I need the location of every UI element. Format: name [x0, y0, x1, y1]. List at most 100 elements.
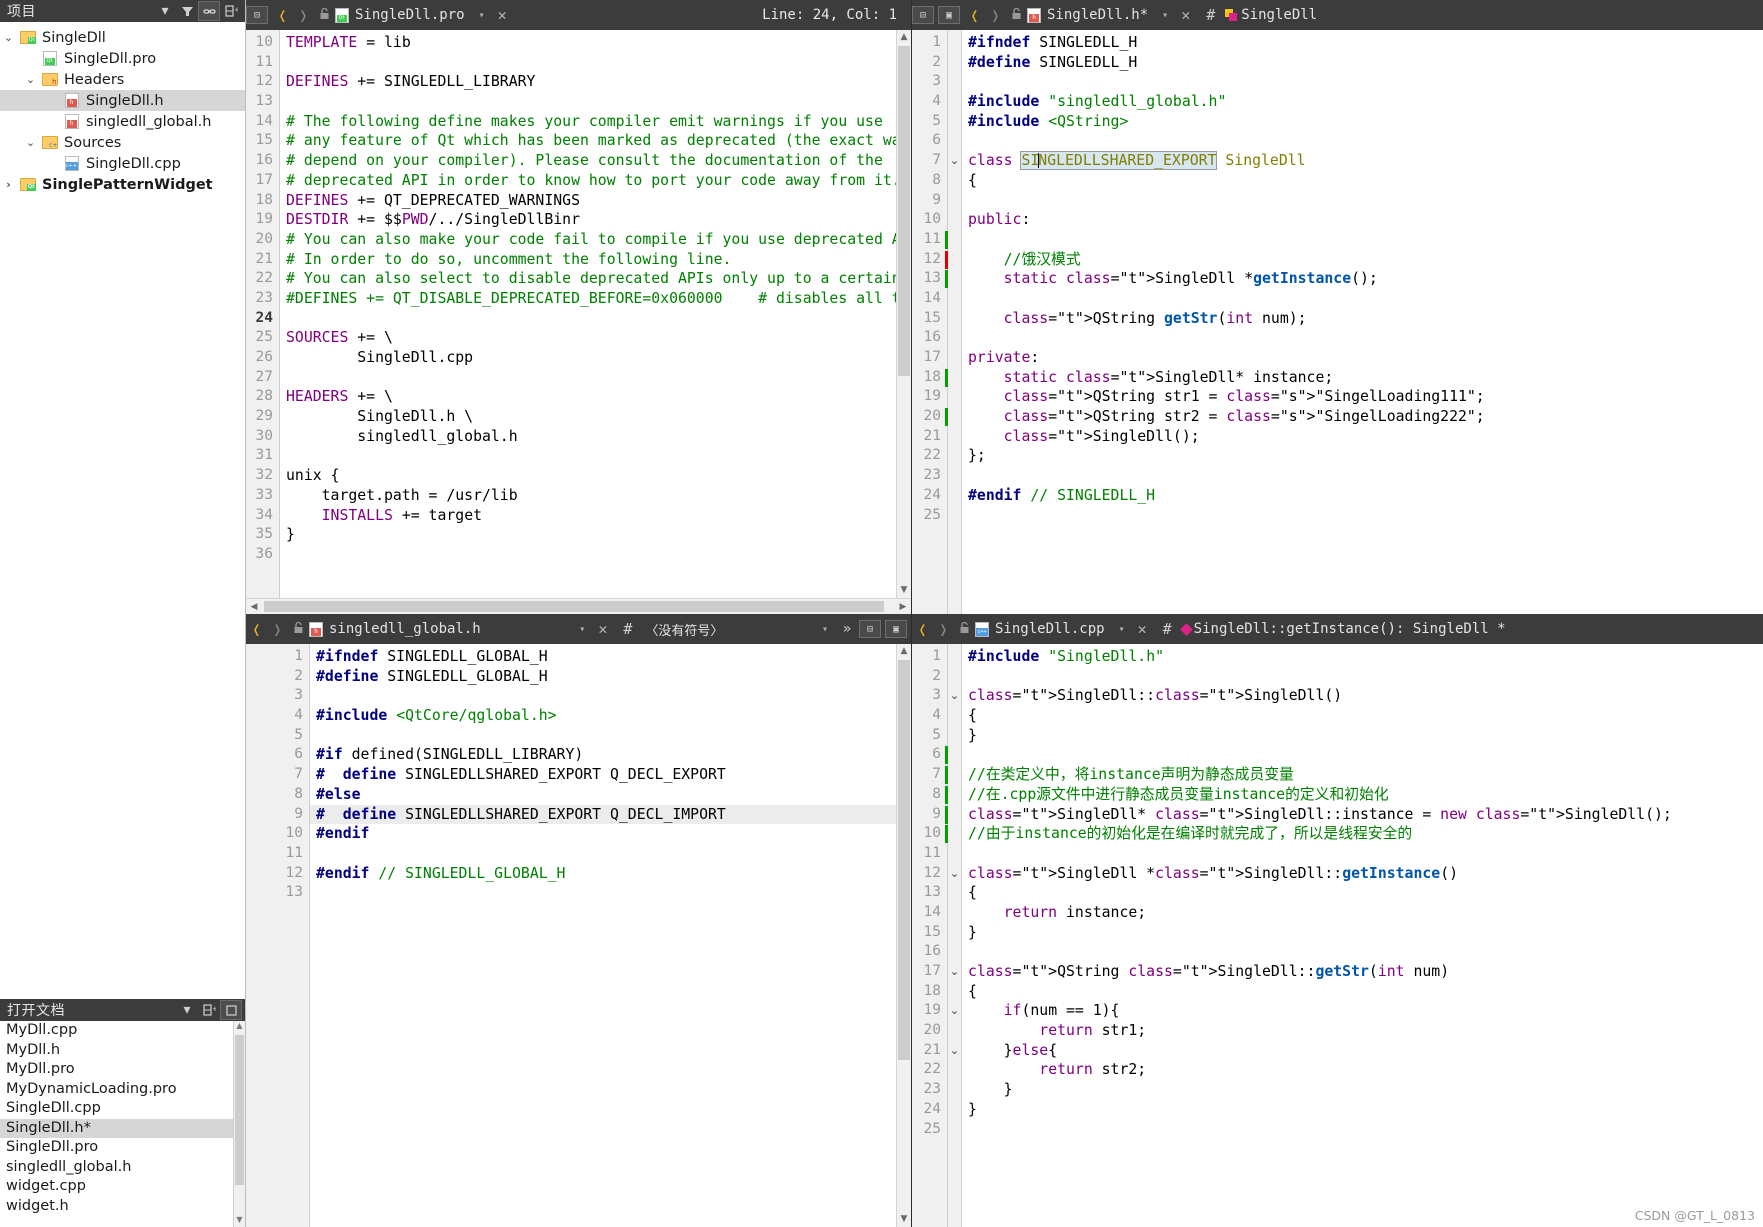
code-line[interactable]: [962, 191, 1763, 211]
fold-chevron-icon[interactable]: ⌄: [948, 864, 961, 884]
code-editor-singledll-h[interactable]: 1 2 3 4 5 6 7 8 9 10 11 12 13 14 15 16 17 18 19 20 21 22 23 24 2…: [912, 30, 1763, 614]
close-panel-icon[interactable]: [220, 1000, 242, 1020]
tabbar-singledll-global-h[interactable]: ❬ ❭ singledll_global.h ▾ ✕ # 〈没有符号〉 ▾: [246, 614, 911, 644]
code-line[interactable]: static class="t">SingleDll *getInstance(…: [962, 269, 1763, 289]
lock-icon[interactable]: [288, 621, 309, 638]
code-line[interactable]: #if defined(SINGLEDLL_LIBRARY): [310, 745, 896, 765]
code-line[interactable]: #define SINGLEDLL_H: [962, 53, 1763, 73]
code-line[interactable]: [962, 844, 1763, 864]
navigate-back-icon[interactable]: ❬: [964, 6, 985, 25]
code-line[interactable]: DEFINES += QT_DEPRECATED_WARNINGS: [280, 191, 896, 211]
code-line[interactable]: return str2;: [962, 1060, 1763, 1080]
close-tab-icon[interactable]: ✕: [492, 6, 513, 24]
scroll-left-icon[interactable]: ◀: [246, 602, 262, 612]
close-tab-icon[interactable]: ✕: [592, 620, 613, 638]
open-document-item[interactable]: MyDll.cpp: [0, 1021, 233, 1041]
code-line[interactable]: #include "SingleDll.h": [962, 647, 1763, 667]
tab-filename[interactable]: SingleDll.h*: [1041, 7, 1148, 23]
code-line[interactable]: # depend on your compiler). Please consu…: [280, 151, 896, 171]
fold-chevron-icon[interactable]: ⌄: [948, 686, 961, 706]
symbol-selector[interactable]: SingleDll: [1238, 7, 1317, 23]
code-line[interactable]: DESTDIR += $$PWD/../SingleDllBinr: [280, 210, 896, 230]
code-line[interactable]: };: [962, 446, 1763, 466]
hash-icon[interactable]: #: [1153, 620, 1182, 638]
code-line[interactable]: [310, 686, 896, 706]
code-line[interactable]: class="t">SingleDll *class="t">SingleDll…: [962, 864, 1763, 884]
code-line[interactable]: class="t">SingleDll::class="t">SingleDll…: [962, 686, 1763, 706]
code-line[interactable]: {: [962, 982, 1763, 1002]
navigate-forward-icon[interactable]: ❭: [267, 620, 288, 639]
code-line[interactable]: class="t">SingleDll* class="t">SingleDll…: [962, 805, 1763, 825]
code-line[interactable]: }: [962, 1100, 1763, 1120]
code-line[interactable]: [280, 92, 896, 112]
navigate-forward-icon[interactable]: ❭: [933, 620, 954, 639]
tree-item-singledll[interactable]: ⌄ SingleDll: [0, 27, 245, 48]
code-line[interactable]: {: [962, 706, 1763, 726]
code-line[interactable]: # deprecated API in order to know how to…: [280, 171, 896, 191]
code-line[interactable]: static class="t">SingleDll* instance;: [962, 368, 1763, 388]
lock-icon[interactable]: [1006, 7, 1027, 24]
split-icon[interactable]: +: [198, 1000, 220, 1020]
code-line[interactable]: class="t">QString str2 = class="s">"Sing…: [962, 407, 1763, 427]
code-line[interactable]: # any feature of Qt which has been marke…: [280, 131, 896, 151]
open-documents-list[interactable]: MyDll.cpp MyDll.h MyDll.pro MyDynamicLoadin…: [0, 1021, 233, 1227]
code-line[interactable]: return instance;: [962, 903, 1763, 923]
navigate-forward-icon[interactable]: ❭: [293, 6, 314, 25]
code-line[interactable]: class="t">QString getStr(int num);: [962, 309, 1763, 329]
chevron-down-icon[interactable]: ▾: [176, 1000, 198, 1020]
horizontal-scrollbar[interactable]: ◀ ▶: [246, 598, 911, 614]
code-line[interactable]: }: [962, 1080, 1763, 1100]
code-line[interactable]: #endif // SINGLEDLL_GLOBAL_H: [310, 864, 896, 884]
tab-filename[interactable]: SingleDll.pro: [349, 7, 465, 23]
fold-chevron-icon[interactable]: ⌄: [948, 1041, 961, 1061]
code-line[interactable]: [962, 942, 1763, 962]
open-documents-panel[interactable]: MyDll.cpp MyDll.h MyDll.pro MyDynamicLoadin…: [0, 1021, 245, 1227]
code-line[interactable]: #define SINGLEDLL_GLOBAL_H: [310, 667, 896, 687]
chevron-right-icon[interactable]: ›: [0, 178, 17, 191]
code-line[interactable]: [962, 131, 1763, 151]
tabbar-singledll-pro[interactable]: ⊟ ❬ ❭ SingleDll.pro ▾ ✕ Line: 24, Col: 1: [246, 0, 911, 30]
tabbar-singledll-h[interactable]: ⊟ ▣ ❬ ❭ SingleDll.h* ▾ ✕ # SingleDll: [912, 0, 1763, 30]
code-line[interactable]: # define SINGLEDLLSHARED_EXPORT Q_DECL_E…: [310, 765, 896, 785]
code-text[interactable]: TEMPLATE = lib DEFINES += SINGLEDLL_LIBRA…: [280, 30, 896, 598]
overflow-chevron-icon[interactable]: ▾: [808, 624, 835, 635]
chevron-down-icon[interactable]: ▾: [465, 10, 492, 21]
close-split-icon[interactable]: ▣: [885, 620, 908, 638]
code-line[interactable]: [962, 745, 1763, 765]
code-line[interactable]: [962, 1120, 1763, 1140]
code-line[interactable]: //饿汉模式: [962, 250, 1763, 270]
split-icon[interactable]: +: [220, 1, 242, 21]
fold-chevron-icon[interactable]: ⌄: [948, 1001, 961, 1021]
close-split-icon[interactable]: ▣: [938, 6, 960, 24]
code-line[interactable]: SOURCES += \: [280, 328, 896, 348]
code-line[interactable]: [280, 368, 896, 388]
code-line[interactable]: class="t">SingleDll();: [962, 427, 1763, 447]
code-line[interactable]: [310, 726, 896, 746]
code-line[interactable]: [280, 309, 896, 329]
tree-item-singledll-pro[interactable]: SingleDll.pro: [0, 48, 245, 69]
code-line[interactable]: SingleDll.cpp: [280, 348, 896, 368]
close-tab-icon[interactable]: ✕: [1175, 6, 1196, 24]
code-line[interactable]: # In order to do so, uncomment the follo…: [280, 250, 896, 270]
code-line[interactable]: [280, 545, 896, 565]
code-line[interactable]: #ifndef SINGLEDLL_H: [962, 33, 1763, 53]
code-line[interactable]: [962, 466, 1763, 486]
navigate-forward-icon[interactable]: ❭: [985, 6, 1006, 25]
code-line[interactable]: [310, 844, 896, 864]
chevron-down-icon[interactable]: ⌄: [22, 136, 39, 149]
code-line[interactable]: }: [962, 923, 1763, 943]
code-line[interactable]: #DEFINES += QT_DISABLE_DEPRECATED_BEFORE…: [280, 289, 896, 309]
code-line[interactable]: DEFINES += SINGLEDLL_LIBRARY: [280, 72, 896, 92]
code-editor-singledll-cpp[interactable]: 1 2 3 4 5 6 7 8 9 10 11 12 13 14 15 16 17 18 19 20 21 22 23 24 2…: [912, 644, 1763, 1227]
fold-column[interactable]: ⌄ ⌄ ⌄ ⌄ ⌄: [948, 644, 962, 1227]
code-line[interactable]: [962, 72, 1763, 92]
chevron-down-icon[interactable]: ⌄: [0, 31, 17, 44]
code-line[interactable]: //在.cpp源文件中进行静态成员变量instance的定义和初始化: [962, 785, 1763, 805]
code-line[interactable]: INSTALLS += target: [280, 506, 896, 526]
code-line[interactable]: class="t">QString class="t">SingleDll::g…: [962, 962, 1763, 982]
fold-column[interactable]: ⌄: [948, 30, 962, 614]
open-document-item[interactable]: MyDll.h: [0, 1041, 233, 1061]
code-line[interactable]: }else{: [962, 1041, 1763, 1061]
chevron-down-icon[interactable]: ▾: [154, 1, 176, 21]
code-line[interactable]: public:: [962, 210, 1763, 230]
